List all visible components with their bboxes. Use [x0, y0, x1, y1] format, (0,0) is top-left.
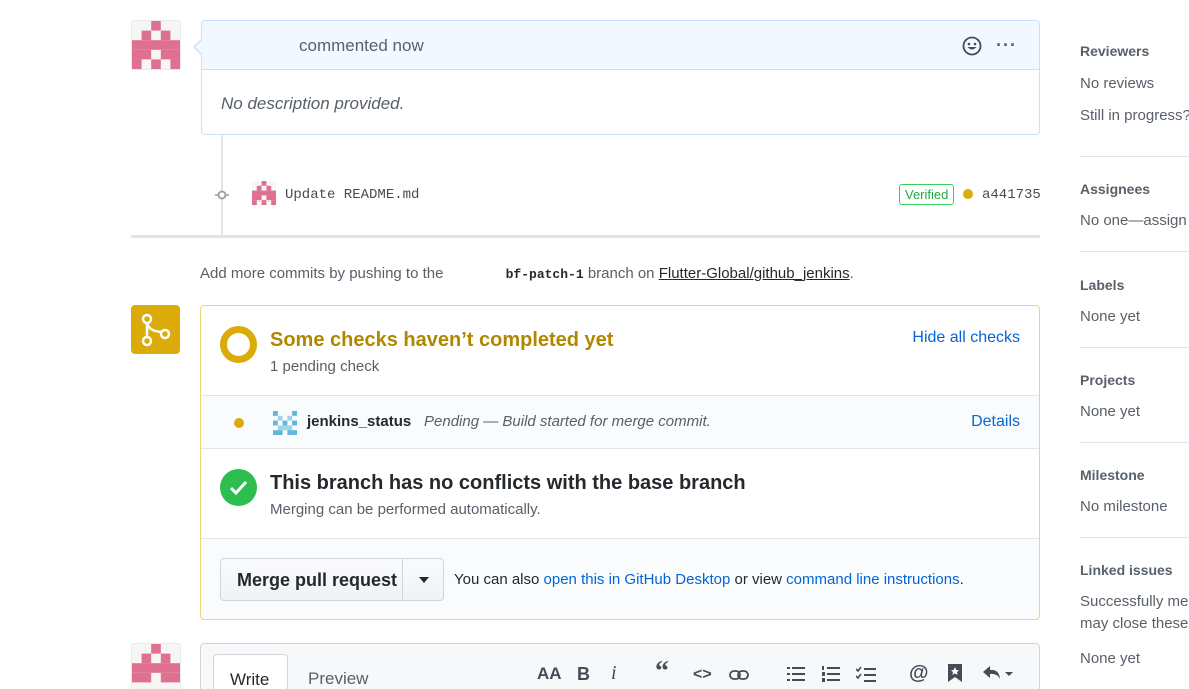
- check-description: Pending — Build started for merge commit…: [424, 413, 711, 430]
- commit-author-avatar[interactable]: [252, 181, 276, 205]
- conflicts-subtitle: Merging can be performed automatically.: [270, 501, 541, 518]
- merge-button-label: Merge pull request: [237, 570, 398, 590]
- sidebar-reviewers-value: Still in progress?: [1080, 107, 1189, 124]
- sidebar-linked-issues-value: Successfully mer: [1080, 593, 1189, 610]
- task-list-icon[interactable]: [855, 666, 876, 687]
- sidebar-reviewers-value: No reviews: [1080, 75, 1155, 92]
- heading-icon[interactable]: AA: [537, 664, 562, 684]
- hide-all-checks-button[interactable]: Hide all checks: [912, 329, 1020, 347]
- push-hint-suffix: .: [849, 265, 854, 282]
- new-comment-form: Write Preview AA B i “ <> @: [200, 643, 1040, 689]
- branch-name: bf-patch-1: [505, 267, 584, 282]
- current-user-avatar[interactable]: [131, 643, 181, 689]
- command-line-link[interactable]: command line instructions: [786, 571, 959, 588]
- merge-status-icon-box: [131, 305, 180, 354]
- comment-body: No description provided.: [221, 94, 405, 113]
- also-suffix: .: [959, 571, 964, 588]
- sidebar-divider: [1080, 156, 1189, 157]
- sidebar-linked-issues-heading[interactable]: Linked issues: [1080, 562, 1173, 578]
- timeline-line: [221, 135, 223, 235]
- check-circle-icon: [220, 469, 257, 506]
- push-hint: Add more commits by pushing to the bf-pa…: [200, 265, 854, 282]
- sidebar-divider: [1080, 347, 1189, 348]
- unordered-list-icon[interactable]: [787, 666, 805, 687]
- commit-icon: [215, 188, 229, 202]
- checks-title: Some checks haven’t completed yet: [270, 329, 614, 351]
- sidebar-divider: [1080, 537, 1189, 538]
- merge-alternatives: You can also open this in GitHub Desktop…: [454, 571, 964, 588]
- check-name: jenkins_status: [307, 413, 412, 430]
- pending-ring-icon: [220, 326, 257, 363]
- sidebar-assignees-value[interactable]: No one—assign: [1080, 212, 1187, 229]
- conflicts-section: This branch has no conflicts with the ba…: [201, 449, 1039, 539]
- sidebar-reviewers-heading[interactable]: Reviewers: [1080, 43, 1149, 59]
- reply-dropdown-icon[interactable]: [982, 664, 1016, 687]
- code-icon[interactable]: <>: [693, 666, 712, 684]
- repo-link[interactable]: Flutter-Global/github_jenkins: [659, 265, 850, 282]
- add-reaction-icon[interactable]: [962, 36, 982, 56]
- commit-message-link[interactable]: Update README.md: [285, 187, 419, 203]
- push-hint-middle: branch on: [587, 265, 655, 282]
- merge-pull-request-button[interactable]: Merge pull request: [220, 558, 444, 601]
- verified-badge[interactable]: Verified: [899, 184, 955, 205]
- or-view-text: or view: [734, 571, 782, 588]
- sidebar-divider: [1080, 442, 1189, 443]
- sidebar-divider: [1080, 251, 1189, 252]
- italic-icon[interactable]: i: [611, 662, 617, 685]
- quote-icon[interactable]: “: [655, 656, 669, 688]
- identicon-icon: [273, 411, 297, 435]
- tab-write-label: Write: [230, 670, 270, 689]
- ordered-list-icon[interactable]: [822, 666, 840, 687]
- checks-subtitle: 1 pending check: [270, 358, 380, 375]
- comment-header: commented now ···: [202, 21, 1039, 70]
- commit-sha-link[interactable]: a441735: [982, 187, 1041, 203]
- open-desktop-link[interactable]: open this in GitHub Desktop: [544, 571, 731, 588]
- identicon-icon: [132, 21, 180, 69]
- sidebar-assignees-heading[interactable]: Assignees: [1080, 181, 1150, 197]
- conflicts-title: This branch has no conflicts with the ba…: [270, 472, 746, 494]
- check-row: jenkins_status Pending — Build started f…: [201, 396, 1039, 449]
- sidebar-milestone-value: No milestone: [1080, 498, 1168, 515]
- author-avatar[interactable]: [131, 20, 181, 70]
- tab-preview[interactable]: Preview: [308, 669, 368, 689]
- check-details-link[interactable]: Details: [971, 413, 1020, 431]
- bold-icon[interactable]: B: [577, 664, 590, 685]
- more-options-icon[interactable]: ···: [996, 35, 1017, 56]
- sidebar-milestone-heading[interactable]: Milestone: [1080, 467, 1145, 483]
- comment-meta: commented now: [299, 36, 424, 55]
- sidebar-linked-issues-value: None yet: [1080, 650, 1141, 667]
- identicon-icon: [132, 644, 180, 683]
- identicon-icon: [252, 181, 276, 205]
- push-hint-prefix: Add more commits by pushing to the: [200, 265, 444, 282]
- merge-box: Some checks haven’t completed yet 1 pend…: [200, 305, 1040, 620]
- git-merge-icon: [141, 313, 171, 347]
- sidebar-projects-heading[interactable]: Projects: [1080, 372, 1135, 388]
- sidebar-projects-value: None yet: [1080, 403, 1141, 420]
- timeline-divider: [131, 235, 1040, 238]
- mention-icon[interactable]: @: [909, 662, 929, 685]
- sidebar-labels-heading[interactable]: Labels: [1080, 277, 1124, 293]
- sidebar-linked-issues-value: may close these: [1080, 615, 1189, 632]
- also-prefix: You can also: [454, 571, 540, 588]
- checks-summary: Some checks haven’t completed yet 1 pend…: [201, 306, 1039, 396]
- tab-write[interactable]: Write: [213, 654, 288, 689]
- pending-dot-icon: [234, 418, 244, 428]
- pr-description-comment: commented now ··· No description provide…: [193, 20, 1040, 135]
- jenkins-avatar: [273, 411, 297, 435]
- merge-method-dropdown-icon[interactable]: [419, 577, 429, 583]
- merge-actions: Merge pull request You can also open thi…: [201, 539, 1039, 619]
- saved-reply-icon[interactable]: [948, 664, 962, 687]
- sidebar-labels-value: None yet: [1080, 308, 1141, 325]
- link-icon[interactable]: [729, 666, 749, 687]
- commit-status-pending-icon[interactable]: [963, 189, 973, 199]
